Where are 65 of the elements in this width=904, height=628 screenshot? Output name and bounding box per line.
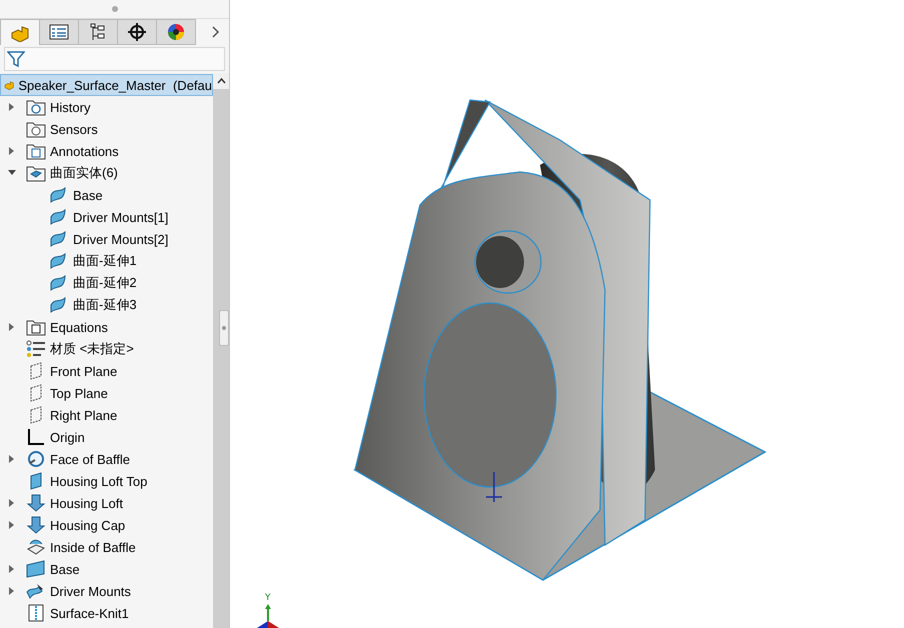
- panel-tab[interactable]: [156, 19, 196, 45]
- tree-item[interactable]: Driver Mounts[1]: [73, 210, 168, 224]
- folder-icon: [26, 120, 46, 138]
- panel-tab[interactable]: [39, 19, 79, 45]
- tree-item[interactable]: Front Plane: [50, 364, 118, 378]
- tree-item[interactable]: 曲面-延伸3: [73, 296, 137, 314]
- tree-item[interactable]: Driver Mounts[2]: [73, 232, 168, 246]
- expand-arrow-icon[interactable]: [8, 587, 14, 595]
- tree-item[interactable]: Origin: [50, 430, 85, 444]
- expand-arrow-icon[interactable]: [8, 455, 14, 463]
- expand-arrow-icon[interactable]: [8, 499, 14, 507]
- tree-item[interactable]: 材质 <未指定>: [50, 340, 134, 358]
- tree-item[interactable]: Equations: [50, 320, 108, 334]
- tree-item[interactable]: 曲面-延伸2: [73, 274, 137, 292]
- tree-root-item[interactable]: Speaker_Surface_Master (Defau: [0, 74, 213, 96]
- expand-arrow-icon[interactable]: [8, 565, 14, 573]
- axis-triad-drawing: Y: [255, 592, 295, 628]
- panel-tab[interactable]: [78, 19, 118, 45]
- expand-arrow-icon[interactable]: [8, 147, 14, 155]
- folder-icon: [26, 98, 46, 116]
- expand-arrow-icon[interactable]: [8, 521, 14, 529]
- tree-item[interactable]: Sensors: [50, 122, 98, 136]
- splitter-handle[interactable]: [219, 310, 229, 346]
- tree-item[interactable]: Housing Cap: [50, 518, 126, 532]
- folder-icon: [26, 318, 46, 336]
- chevron-right-icon: [212, 26, 220, 38]
- arrow-down-icon: [26, 516, 46, 534]
- tree-item[interactable]: Base: [73, 188, 103, 202]
- tree-item[interactable]: Driver Mounts: [50, 584, 131, 598]
- list-icon: [49, 24, 69, 40]
- surface-icon: [26, 538, 46, 556]
- tree-item[interactable]: 曲面-延伸1: [73, 252, 137, 270]
- scrollbar[interactable]: [213, 73, 229, 628]
- tree-item[interactable]: Base: [50, 562, 80, 576]
- grip-icon: [222, 326, 226, 330]
- expand-arrow-icon[interactable]: [8, 103, 14, 111]
- color-wheel-icon: [167, 23, 185, 41]
- filter-icon: [7, 50, 25, 68]
- folder-icon: [26, 142, 46, 160]
- part-icon: [10, 24, 30, 42]
- grip-dot: [112, 6, 118, 12]
- expand-arrow-icon[interactable]: [8, 323, 14, 331]
- collapse-arrow-icon[interactable]: [8, 170, 16, 176]
- tree-item[interactable]: Surface-Knit1: [50, 606, 129, 620]
- folder-icon: [26, 164, 46, 182]
- tree-item[interactable]: Right Plane: [50, 408, 118, 422]
- filter-field[interactable]: [4, 47, 225, 71]
- sheet-icon: [26, 560, 46, 578]
- knit-icon: [26, 604, 46, 622]
- tree-item[interactable]: 曲面实体(6): [50, 164, 118, 182]
- tree-item[interactable]: History: [50, 100, 90, 114]
- crosshair-icon: [128, 23, 146, 41]
- tree-item[interactable]: Inside of Baffle: [50, 540, 136, 554]
- revolve-icon: [26, 450, 46, 468]
- panel-tab[interactable]: [117, 19, 157, 45]
- tree-item[interactable]: Housing Loft: [50, 496, 123, 510]
- hierarchy-icon: [90, 23, 106, 41]
- arrow-down-icon: [26, 494, 46, 512]
- tree-item[interactable]: Housing Loft Top: [50, 474, 148, 488]
- list-icon: [26, 340, 46, 358]
- origin-icon: [26, 428, 46, 446]
- tree-item[interactable]: Annotations: [50, 144, 119, 158]
- scroll-up-icon[interactable]: [216, 78, 226, 84]
- tree-item[interactable]: Top Plane: [50, 386, 108, 400]
- tree-item[interactable]: Face of Baffle: [50, 452, 130, 466]
